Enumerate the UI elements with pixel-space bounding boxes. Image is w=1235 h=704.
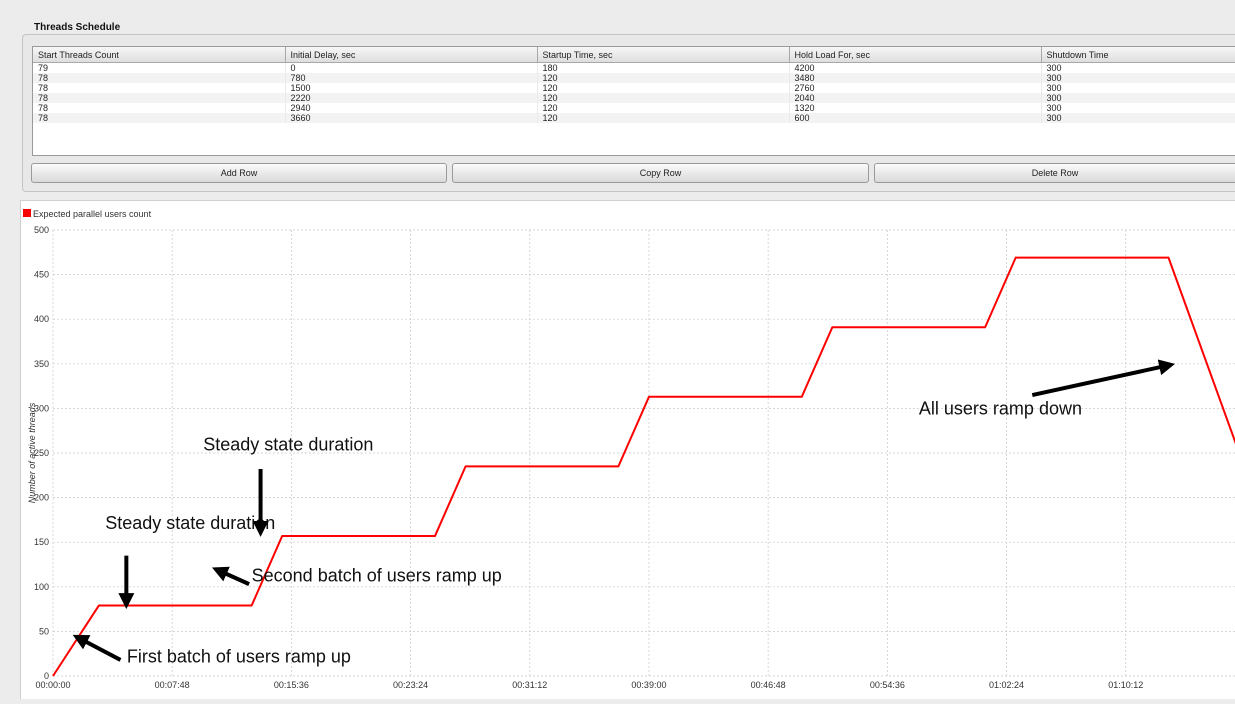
annotation-arrow bbox=[212, 566, 250, 586]
x-tick-label: 00:23:24 bbox=[393, 680, 428, 690]
annotation-arrow bbox=[72, 634, 122, 662]
table-cell[interactable]: 78 bbox=[33, 83, 286, 93]
table-cell[interactable]: 2220 bbox=[285, 93, 538, 103]
table-cell[interactable]: 78 bbox=[33, 93, 286, 103]
table-row[interactable]: 79 0 180 4200 300 bbox=[33, 62, 1235, 73]
y-tick-label: 150 bbox=[34, 537, 49, 547]
y-axis-label: Number of active threads bbox=[27, 402, 37, 503]
y-tick-label: 100 bbox=[34, 582, 49, 592]
table-cell[interactable]: 120 bbox=[537, 103, 790, 113]
table-cell[interactable]: 3660 bbox=[285, 113, 538, 123]
chart-annotations: Steady state duration Steady state durati… bbox=[72, 359, 1176, 667]
table-cell[interactable]: 1320 bbox=[789, 103, 1042, 113]
table-cell[interactable]: 600 bbox=[789, 113, 1042, 123]
table-cell[interactable]: 120 bbox=[537, 93, 790, 103]
series-line bbox=[52, 256, 1235, 677]
table-cell[interactable]: 300 bbox=[1041, 62, 1235, 73]
y-tick-label: 500 bbox=[34, 225, 49, 235]
table-cell[interactable]: 300 bbox=[1041, 93, 1235, 103]
x-tick-label: 00:46:48 bbox=[751, 680, 786, 690]
x-tick-label: 01:02:24 bbox=[989, 680, 1024, 690]
table-cell[interactable]: 2760 bbox=[789, 83, 1042, 93]
delete-row-button[interactable]: Delete Row bbox=[874, 163, 1235, 183]
chart-series bbox=[52, 256, 1235, 677]
column-header[interactable]: Shutdown Time bbox=[1041, 47, 1235, 63]
x-tick-label: 00:00:00 bbox=[35, 680, 70, 690]
x-tick-label: 00:54:36 bbox=[870, 680, 905, 690]
y-tick-label: 450 bbox=[34, 270, 49, 280]
table-row[interactable]: 78 2940 120 1320 300 bbox=[33, 103, 1235, 113]
chart-panel: 0 50 100 150 200 250 300 350 400 450 500 00:00:00 00… bbox=[20, 200, 1235, 699]
table-row[interactable]: 78 2220 120 2040 300 bbox=[33, 93, 1235, 103]
table-cell[interactable]: 0 bbox=[285, 62, 538, 73]
table-cell[interactable]: 300 bbox=[1041, 103, 1235, 113]
annotation-label: All users ramp down bbox=[919, 399, 1082, 419]
table-cell[interactable]: 78 bbox=[33, 113, 286, 123]
table-row[interactable]: 78 780 120 3480 300 bbox=[33, 73, 1235, 83]
y-tick-label: 350 bbox=[34, 359, 49, 369]
annotation-arrow bbox=[1031, 359, 1176, 397]
column-header[interactable]: Start Threads Count bbox=[33, 47, 286, 63]
table-row[interactable]: 78 3660 120 600 300 bbox=[33, 113, 1235, 123]
annotation-label: Steady state duration bbox=[105, 513, 275, 533]
table-cell[interactable]: 2040 bbox=[789, 93, 1042, 103]
add-row-button[interactable]: Add Row bbox=[31, 163, 447, 183]
users-count-chart: 05010015020025030035040045050000:00:00 00… bbox=[23, 209, 1235, 690]
copy-row-button[interactable]: Copy Row bbox=[452, 163, 869, 183]
x-tick-label: 01:10:12 bbox=[1108, 680, 1143, 690]
x-tick-label: 00:15:36 bbox=[274, 680, 309, 690]
x-tick-label: 00:31:12 bbox=[512, 680, 547, 690]
table-cell[interactable]: 180 bbox=[537, 62, 790, 73]
x-tick-label: 00:07:48 bbox=[155, 680, 190, 690]
table-cell[interactable]: 78 bbox=[33, 73, 286, 83]
column-header[interactable]: Hold Load For, sec bbox=[789, 47, 1042, 63]
annotation-label: Steady state duration bbox=[203, 434, 373, 454]
table-header-row: Start Threads Count Initial Delay, sec S… bbox=[33, 47, 1235, 63]
table-cell[interactable]: 4200 bbox=[789, 62, 1042, 73]
table-cell[interactable]: 780 bbox=[285, 73, 538, 83]
threads-schedule-table[interactable]: Start Threads Count Initial Delay, sec S… bbox=[32, 46, 1235, 156]
table-cell[interactable]: 300 bbox=[1041, 113, 1235, 123]
column-header[interactable]: Initial Delay, sec bbox=[285, 47, 538, 63]
chart-legend: Expected parallel users count bbox=[23, 209, 152, 219]
y-tick-label: 400 bbox=[34, 314, 49, 324]
x-tick-label: 00:39:00 bbox=[631, 680, 666, 690]
table-cell[interactable]: 1500 bbox=[285, 83, 538, 93]
table-cell[interactable]: 300 bbox=[1041, 73, 1235, 83]
column-header[interactable]: Startup Time, sec bbox=[537, 47, 790, 63]
legend-label: Expected parallel users count bbox=[33, 209, 152, 219]
table-row[interactable]: 78 1500 120 2760 300 bbox=[33, 83, 1235, 93]
table-cell[interactable]: 3480 bbox=[789, 73, 1042, 83]
chart-axes: 05010015020025030035040045050000:00:00 00… bbox=[34, 225, 1143, 690]
table-cell[interactable]: 120 bbox=[537, 113, 790, 123]
table-cell[interactable]: 120 bbox=[537, 73, 790, 83]
table-cell[interactable]: 300 bbox=[1041, 83, 1235, 93]
table-cell[interactable]: 2940 bbox=[285, 103, 538, 113]
legend-swatch bbox=[23, 209, 31, 217]
table-cell[interactable]: 120 bbox=[537, 83, 790, 93]
table-cell[interactable]: 78 bbox=[33, 103, 286, 113]
y-tick-label: 50 bbox=[39, 626, 49, 636]
annotation-label: First batch of users ramp up bbox=[127, 647, 351, 667]
table-cell[interactable]: 79 bbox=[33, 62, 286, 73]
annotation-label: Second batch of users ramp up bbox=[252, 565, 502, 585]
panel-title: Threads Schedule bbox=[34, 22, 121, 33]
